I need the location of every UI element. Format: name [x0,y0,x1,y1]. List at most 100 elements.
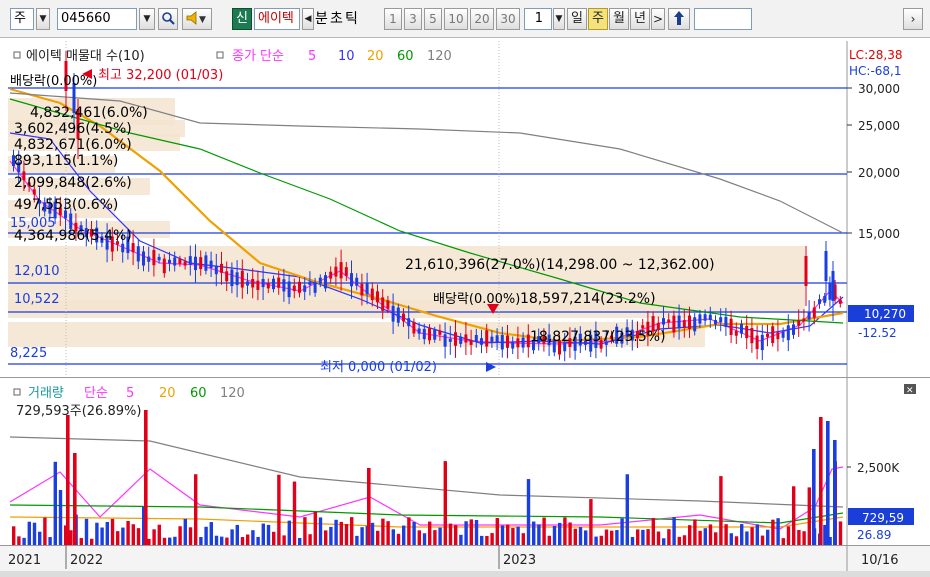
price-chart[interactable]: 30,000 25,000 20,000 15,000 10,270 -12.52 4,83… [0,41,930,377]
volume-bar [116,531,120,545]
volume-bar [558,522,562,545]
volume-bar [682,535,687,545]
candle-body [178,258,182,264]
volume-bar [131,524,135,545]
candle-body [740,323,743,334]
vol-ma-60-label: 60 [190,386,207,401]
candle-body [324,275,327,289]
volume-title: 거래량 [28,386,64,401]
volume-bar [656,531,661,545]
code-dropdown-icon[interactable]: ▼ [139,8,155,30]
ma-120-label: 120 [427,49,452,64]
candle-body [807,312,811,320]
period-year[interactable]: 년 [630,8,650,30]
extra-input[interactable] [694,8,752,30]
volume-bar [568,522,572,545]
lc-label: LC:28,38 [849,48,902,62]
candle-body [131,243,135,253]
candle-body [428,328,431,341]
candle-body [521,337,525,348]
volume-bar [334,519,338,545]
interval-1[interactable]: 1 [384,8,402,30]
date-label-2021: 2021 [8,553,41,568]
candle-body [136,246,140,262]
speaker-icon[interactable]: ▼ [182,8,212,30]
tab-minute[interactable]: 분 [315,8,328,30]
volume-bar [651,518,655,545]
interval-20[interactable]: 20 [470,8,494,30]
stock-code-input[interactable]: 045660 [57,8,137,30]
period-week[interactable]: 주 [588,8,608,30]
volume-bar [438,527,442,545]
volume-bar [807,487,811,545]
candle-body [766,333,769,337]
volume-bar [100,527,104,545]
candle-body [433,329,437,340]
interval-3[interactable]: 3 [404,8,422,30]
current-change-label: -12.52 [858,326,897,340]
volume-bar [344,524,349,545]
volume-chart[interactable]: 거래량 단순 5 20 60 120 729,593주(26.89%) ✕ 2,… [0,377,930,545]
period-day[interactable]: 일 [567,8,587,30]
vol-ma-5-label: 5 [126,386,134,401]
volume-bar [84,518,89,545]
volume-bar [521,533,525,545]
ma-60-label: 60 [397,49,414,64]
market-dropdown-icon[interactable]: ▼ [36,8,50,30]
candle-body [225,271,229,282]
market-select[interactable]: 주 [10,8,34,30]
candle-body [261,278,265,288]
volume-bar [448,523,453,545]
search-icon[interactable] [158,8,178,30]
candle-body [365,282,369,295]
candle-body [516,338,520,348]
candle-body [641,325,645,329]
candle-body [786,325,790,341]
volume-bar [454,525,458,545]
volume-bar [490,533,494,545]
date-axis: 2021 2022 2023 10/16 [0,545,930,577]
toolbar-scroll-icon[interactable]: › [903,8,923,30]
volume-bar [391,529,395,545]
count-dropdown-icon[interactable]: ▼ [553,8,565,30]
candle-body [672,315,676,333]
volume-bar [246,534,250,545]
candle-body [370,288,374,301]
dividend-label: 배당락(0.00%) [433,292,520,307]
candle-body [745,325,749,339]
volume-bar [214,535,219,545]
candle-body [838,299,842,304]
count-input[interactable]: 1 [524,8,552,30]
volume-bar [641,529,645,545]
prev-arrow-icon[interactable]: ◀ [302,8,314,30]
interval-30[interactable]: 30 [496,8,520,30]
volume-bar [693,519,697,545]
volume-bar [714,532,718,545]
volume-bar [144,410,148,545]
candle-body [329,271,333,279]
interval-5[interactable]: 5 [424,8,442,30]
period-month[interactable]: 월 [609,8,629,30]
volume-bar [620,518,624,545]
volume-bar [485,535,489,545]
ma-label: 종가 단순 [232,49,284,64]
volume-bar [802,531,806,545]
candle-body [412,321,416,334]
horizontal-scrollbar[interactable] [0,571,930,577]
volume-pane: 거래량 단순 5 20 60 120 729,593주(26.89%) ✕ 2,… [0,377,930,545]
stock-chart-window: 주 ▼ 045660 ▼ ▼ 신 에이텍 ◀ 분 초 틱 1 3 5 10 20… [0,0,930,577]
volume-bar [584,530,588,545]
candle-body [152,250,156,266]
interval-10[interactable]: 10 [444,8,468,30]
price-title: 에이텍 매물대 수(10) [26,49,145,64]
volume-bar [308,534,312,545]
next-arrow-icon[interactable]: > [651,8,665,30]
tab-tick[interactable]: 틱 [345,8,358,30]
volume-bar [615,530,619,545]
volume-bar [819,417,823,545]
up-down-arrow-icon[interactable] [668,8,690,30]
candle-body [339,262,343,279]
tab-second[interactable]: 초 [330,8,343,30]
volume-bar [708,524,713,545]
candle-body [828,283,832,300]
